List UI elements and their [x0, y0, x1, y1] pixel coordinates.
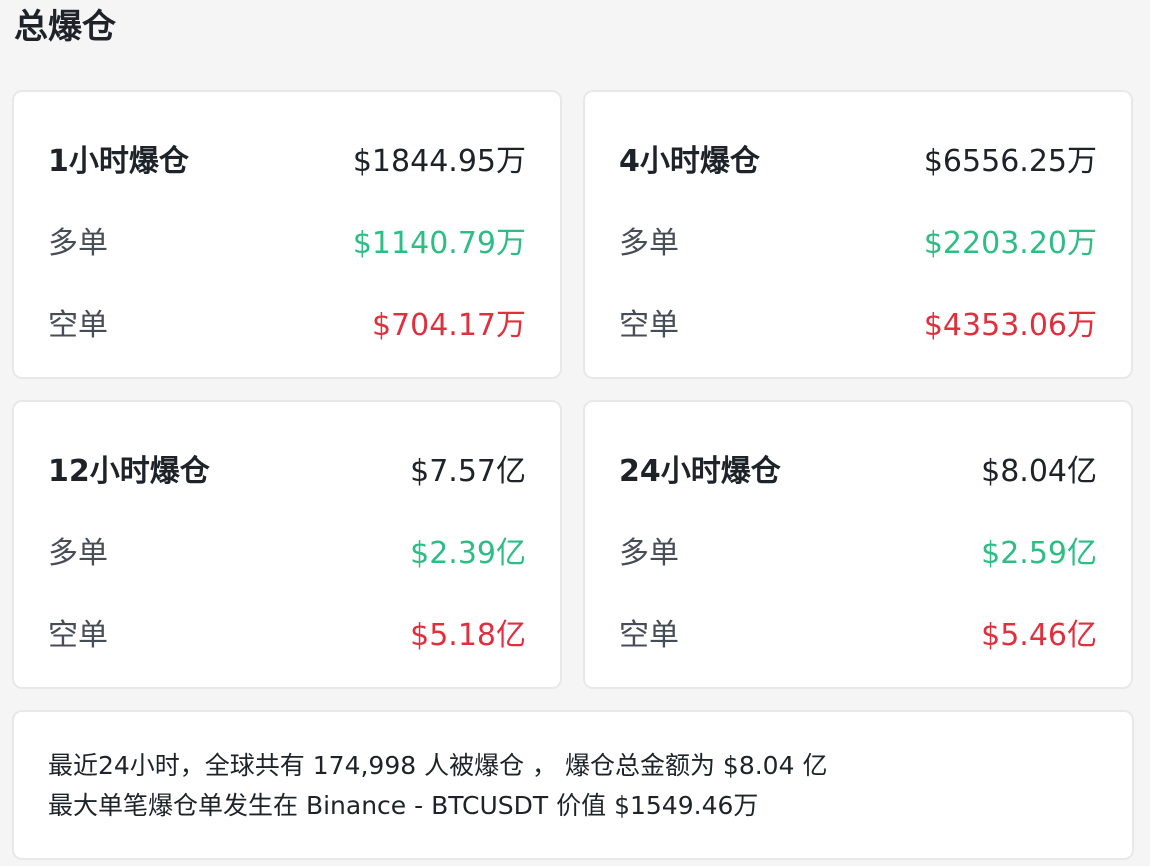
short-value: $4353.06万	[923, 308, 1097, 343]
card-header-row: 4小时爆仓 $6556.25万	[619, 136, 1097, 180]
card-total-value: $7.57亿	[410, 454, 526, 489]
summary-total-text: 最近24小时，全球共有 174,998 人被爆仓 ， 爆仓总金额为 $8.04 …	[48, 751, 828, 780]
short-value: $5.46亿	[981, 618, 1097, 653]
liquidation-card-12h: 12小时爆仓 $7.57亿 多单 $2.39亿 空单 $5.18亿	[12, 400, 562, 689]
card-period-label: 12小时爆仓	[48, 454, 210, 489]
page-title: 总爆仓	[14, 7, 116, 47]
short-row: 空单 $704.17万	[48, 300, 526, 344]
short-row: 空单 $5.18亿	[48, 610, 526, 654]
short-label: 空单	[619, 308, 679, 343]
liquidation-card-4h: 4小时爆仓 $6556.25万 多单 $2203.20万 空单 $4353.06…	[583, 90, 1133, 379]
long-label: 多单	[619, 536, 679, 571]
short-label: 空单	[48, 618, 108, 653]
short-row: 空单 $4353.06万	[619, 300, 1097, 344]
card-total-value: $6556.25万	[923, 144, 1097, 179]
long-row: 多单 $2.39亿	[48, 528, 526, 572]
card-total-value: $8.04亿	[981, 454, 1097, 489]
card-header-row: 12小时爆仓 $7.57亿	[48, 446, 526, 490]
card-header-row: 24小时爆仓 $8.04亿	[619, 446, 1097, 490]
summary-largest-order-text: 最大单笔爆仓单发生在 Binance - BTCUSDT 价值 $1549.46…	[48, 791, 759, 820]
long-row: 多单 $2203.20万	[619, 218, 1097, 262]
long-row: 多单 $2.59亿	[619, 528, 1097, 572]
liquidation-card-24h: 24小时爆仓 $8.04亿 多单 $2.59亿 空单 $5.46亿	[583, 400, 1133, 689]
short-label: 空单	[619, 618, 679, 653]
short-value: $5.18亿	[410, 618, 526, 653]
long-value: $2.39亿	[410, 536, 526, 571]
long-value: $1140.79万	[352, 226, 526, 261]
long-value: $2.59亿	[981, 536, 1097, 571]
card-header-row: 1小时爆仓 $1844.95万	[48, 136, 526, 180]
card-period-label: 24小时爆仓	[619, 454, 781, 489]
summary-card: 最近24小时，全球共有 174,998 人被爆仓 ， 爆仓总金额为 $8.04 …	[12, 710, 1134, 860]
long-value: $2203.20万	[923, 226, 1097, 261]
liquidation-card-1h: 1小时爆仓 $1844.95万 多单 $1140.79万 空单 $704.17万	[12, 90, 562, 379]
long-row: 多单 $1140.79万	[48, 218, 526, 262]
short-row: 空单 $5.46亿	[619, 610, 1097, 654]
long-label: 多单	[48, 226, 108, 261]
short-label: 空单	[48, 308, 108, 343]
card-total-value: $1844.95万	[352, 144, 526, 179]
short-value: $704.17万	[371, 308, 526, 343]
card-period-label: 4小时爆仓	[619, 144, 760, 179]
card-period-label: 1小时爆仓	[48, 144, 189, 179]
long-label: 多单	[619, 226, 679, 261]
long-label: 多单	[48, 536, 108, 571]
